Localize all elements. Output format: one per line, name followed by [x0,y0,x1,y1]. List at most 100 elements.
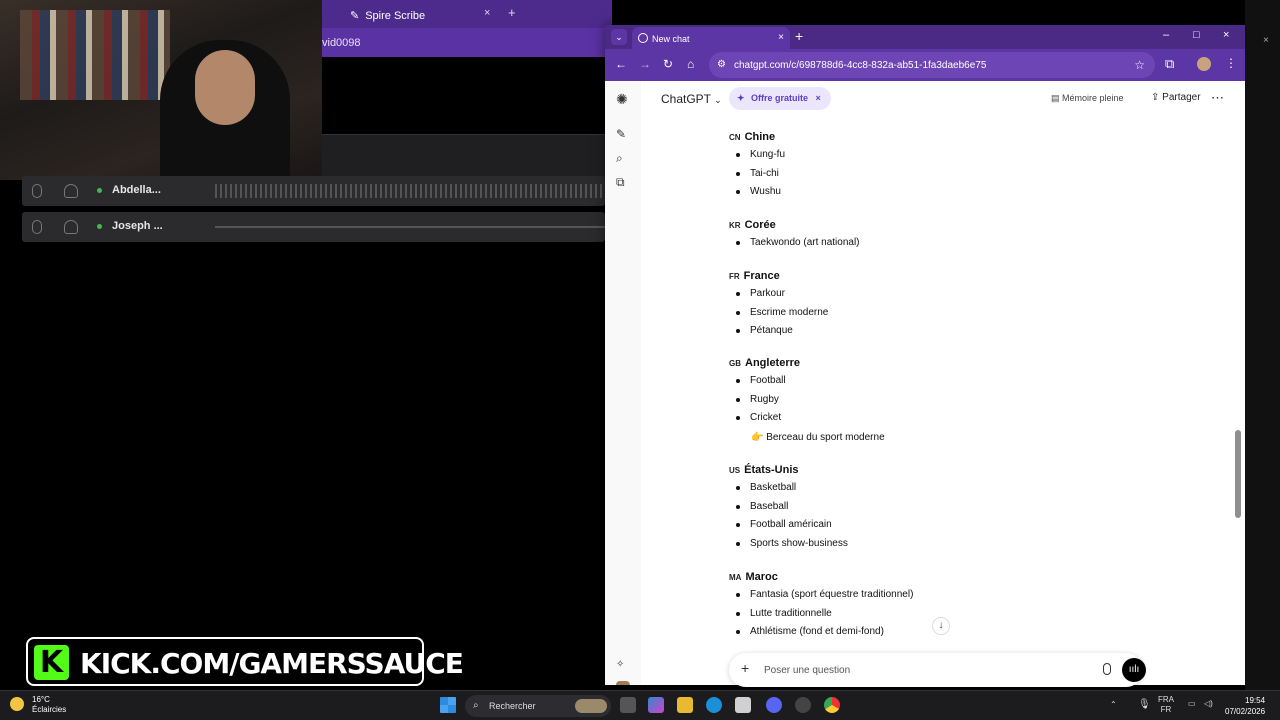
share-button[interactable]: ⇪ Partager [1151,92,1201,103]
partly-sunny-icon [10,697,24,711]
library-icon[interactable]: ⧉ [616,175,625,190]
close-window-button[interactable]: × [1223,29,1229,41]
language-top: FRA [1158,695,1174,704]
search-icon: ⌕ [473,700,479,711]
kick-logo: K [34,645,69,680]
maximize-button[interactable]: □ [1193,29,1200,41]
task-view-icon[interactable] [620,697,636,713]
country-section: KR Corée Taekwondo (art national) [729,219,860,256]
extensions-icon[interactable]: ⧉ [1165,56,1174,72]
microphone-icon[interactable] [32,184,42,198]
list-item: Basketball [729,482,848,501]
model-label: ChatGPT [661,92,711,106]
date: 07/02/2026 [1225,707,1266,716]
background-tab-close-icon[interactable]: × [484,7,490,19]
microphone-icon[interactable] [32,220,42,234]
section-title: KR Corée [729,219,860,231]
file-explorer-icon[interactable] [677,697,693,713]
section-title: CN Chine [729,131,785,143]
memory-indicator[interactable]: ▤ Mémoire pleine [1051,93,1124,104]
model-selector[interactable]: ChatGPT ⌄ [661,92,722,106]
chevron-up-icon[interactable]: ⌃ [1110,700,1117,709]
offer-badge[interactable]: ✦ Offre gratuite × [729,87,831,110]
microphone-icon[interactable]: 🎙 [1138,699,1151,710]
discord-icon[interactable] [766,697,782,713]
section-title: FR France [729,270,828,282]
copilot-icon[interactable] [648,697,664,713]
network-icon[interactable]: ▭ [1188,699,1196,708]
background-address-bar: vid0098 [322,28,612,57]
background-new-tab-button[interactable]: + [508,5,516,20]
list-item: Football [729,375,885,394]
list-item: Cricket [729,412,885,431]
close-icon[interactable]: × [816,93,821,103]
flag-code: MA [729,573,742,582]
address-bar[interactable]: ⚙ chatgpt.com/c/698788d6-4cc8-832a-ab51-… [709,52,1155,78]
language-indicator[interactable]: FRA FR [1158,695,1174,715]
store-icon[interactable] [735,697,751,713]
new-tab-button[interactable]: + [795,28,803,44]
background-tab[interactable]: ✎ Spire Scribe [350,3,530,25]
time: 19:54 [1245,696,1266,705]
close-icon[interactable]: × [1263,35,1269,46]
headphones-icon[interactable] [64,184,78,198]
more-options-icon[interactable]: ⋯ [1211,90,1224,106]
dictation-mic-icon[interactable] [1103,663,1111,675]
browser-menu-icon[interactable]: ⋮ [1225,56,1237,70]
bookmark-star-icon[interactable]: ☆ [1134,58,1145,72]
scrollbar-thumb[interactable] [1235,430,1241,518]
spire-scribe-icon: ✎ [350,10,360,22]
recorder-row[interactable]: Joseph ... [22,212,605,242]
right-window-strip: × [1245,0,1280,690]
search-icon[interactable]: ⌕ [616,151,623,166]
recorder-name: Joseph ... [112,220,163,232]
scroll-down-button[interactable]: ↓ [932,617,950,635]
message-composer[interactable]: + Poser une question ıılı [729,653,1146,687]
tab-close-icon[interactable]: × [778,32,784,43]
list-item: Taekwondo (art national) [729,237,860,256]
list-item: Parkour [729,288,828,307]
profile-avatar[interactable] [1197,57,1211,71]
upgrade-sparkle-icon[interactable]: ✧ [616,659,624,670]
list-item: Tai-chi [729,168,785,187]
recorder-row[interactable]: Abdella... [22,176,605,206]
headphones-icon[interactable] [64,220,78,234]
taskbar-search[interactable]: ⌕ Rechercher [465,695,611,717]
volume-icon[interactable]: ◁) [1204,699,1213,708]
clock[interactable]: 19:54 07/02/2026 [1225,695,1265,717]
chat-transcript[interactable]: CN Chine Kung-fu Tai-chi Wushu KR Corée Ta… [641,117,1239,685]
recorder-name: Abdella... [112,184,161,196]
start-button[interactable] [440,697,456,713]
offer-label: Offre gratuite [751,93,809,103]
edge-icon[interactable] [706,697,722,713]
reload-icon[interactable]: ↻ [663,57,673,71]
tab-title: New chat [652,34,690,44]
country-section: US États-Unis Basketball Baseball Footbal… [729,464,848,557]
user-avatar[interactable] [616,681,630,685]
bookshelf [20,10,170,100]
flag-code: GB [729,359,741,368]
list-item: Wushu [729,186,785,205]
back-arrow-icon[interactable]: ← [615,57,627,71]
chatgpt-logo-icon[interactable]: ✺ [616,91,628,108]
voice-mode-button[interactable]: ıılı [1122,658,1146,682]
list-item: Sports show-business [729,538,848,557]
composer-placeholder[interactable]: Poser une question [764,665,850,676]
app-icon[interactable] [795,697,811,713]
minimize-button[interactable]: – [1163,29,1169,41]
tab-new-chat[interactable]: New chat × [632,27,790,49]
chrome-icon[interactable] [824,697,840,713]
search-label: Rechercher [489,701,536,711]
section-title: MA Maroc [729,571,913,583]
section-title: US États-Unis [729,464,848,476]
list-item: Fantasia (sport équestre traditionnel) [729,589,913,608]
home-icon[interactable]: ⌂ [687,57,694,71]
site-info-icon[interactable]: ⚙ [717,59,726,70]
forward-arrow-icon[interactable]: → [639,57,651,71]
add-attachment-icon[interactable]: + [741,660,749,676]
new-chat-icon[interactable]: ✎ [616,127,626,141]
kick-banner: K KICK.COM/GAMERSSAUCE [26,637,464,686]
scrollbar[interactable] [1235,85,1241,685]
flag-code: CN [729,133,741,142]
tab-search-button[interactable]: ⌄ [611,29,627,45]
